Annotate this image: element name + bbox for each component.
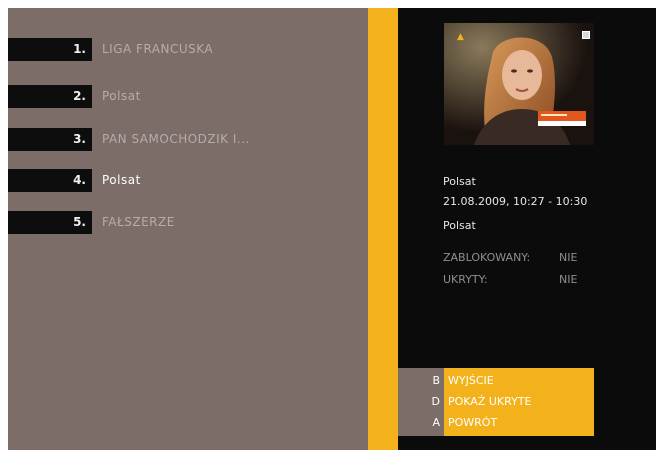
recording-datetime: 21.08.2009, 10:27 - 10:30 xyxy=(443,195,588,208)
key-letter: A xyxy=(432,416,440,429)
recording-title-detail: Polsat xyxy=(443,219,476,232)
details-panel: ▲ Polsat 21.08.2009, 10:27 - 10:30 Polsa… xyxy=(398,8,656,450)
key-letter: D xyxy=(431,395,440,408)
recording-title: FAŁSZERZE xyxy=(102,215,175,229)
triangle-indicator-icon: ▲ xyxy=(457,32,464,42)
locked-value: NIE xyxy=(559,251,578,264)
key-row-exit[interactable]: B WYJŚCIE xyxy=(398,370,594,391)
key-letter: B xyxy=(432,374,440,387)
recording-item-4[interactable]: 4. Polsat xyxy=(8,169,368,192)
key-label: POKAŻ UKRYTE xyxy=(448,395,532,408)
recording-number: 2. xyxy=(8,85,92,108)
hidden-value: NIE xyxy=(559,273,578,286)
locked-label: ZABLOKOWANY: xyxy=(443,251,531,264)
square-indicator-icon xyxy=(582,31,590,39)
recording-title: LIGA FRANCUSKA xyxy=(102,42,214,56)
recording-item-5[interactable]: 5. FAŁSZERZE xyxy=(8,211,368,234)
recording-number: 4. xyxy=(8,169,92,192)
key-row-back[interactable]: A POWRÓT xyxy=(398,412,594,433)
tv-screen: 1. LIGA FRANCUSKA 2. Polsat 3. PAN SAMOC… xyxy=(8,8,656,450)
recording-number: 3. xyxy=(8,128,92,151)
recording-title: Polsat xyxy=(102,173,141,187)
recording-item-2[interactable]: 2. Polsat xyxy=(8,85,368,108)
recording-item-1[interactable]: 1. LIGA FRANCUSKA xyxy=(8,38,368,61)
recording-number: 1. xyxy=(8,38,92,61)
key-label: POWRÓT xyxy=(448,416,498,429)
recording-number: 5. xyxy=(8,211,92,234)
video-preview: ▲ xyxy=(444,23,594,145)
recordings-list: 1. LIGA FRANCUSKA 2. Polsat 3. PAN SAMOC… xyxy=(8,8,368,450)
recording-item-3[interactable]: 3. PAN SAMOCHODZIK I... xyxy=(8,128,368,151)
recording-title: PAN SAMOCHODZIK I... xyxy=(102,132,250,146)
channel-name: Polsat xyxy=(443,175,476,188)
key-label: WYJŚCIE xyxy=(448,374,494,387)
recording-title: Polsat xyxy=(102,89,141,103)
hidden-label: UKRYTY: xyxy=(443,273,488,286)
accent-divider xyxy=(368,8,398,450)
color-key-menu: B WYJŚCIE D POKAŻ UKRYTE A POWRÓT xyxy=(398,368,594,436)
key-row-show-hidden[interactable]: D POKAŻ UKRYTE xyxy=(398,391,594,412)
